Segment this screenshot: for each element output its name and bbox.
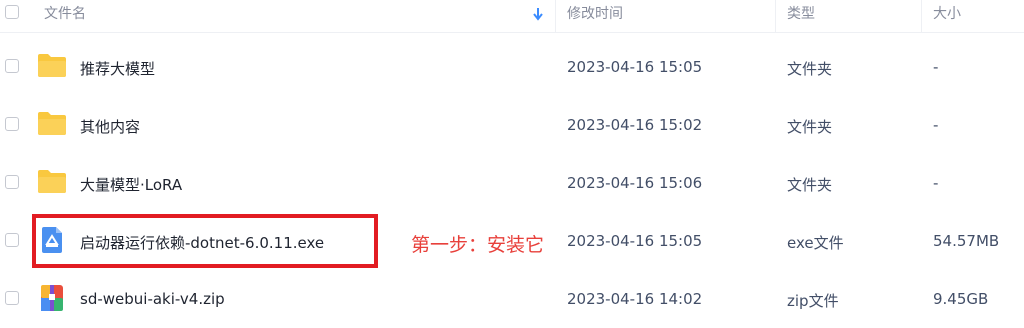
file-type: 文件夹 bbox=[787, 118, 833, 136]
file-list-header: 文件名 修改时间 类型 大小 bbox=[0, 0, 1024, 33]
file-name[interactable]: sd-webui-aki-v4.zip bbox=[80, 290, 225, 308]
file-row[interactable]: 其他内容 2023-04-16 15:02 文件夹 - bbox=[0, 96, 1024, 154]
file-size: 54.57MB bbox=[933, 232, 1000, 250]
column-divider bbox=[775, 0, 776, 32]
file-size: 9.45GB bbox=[933, 290, 989, 308]
column-header-modified[interactable]: 修改时间 bbox=[567, 0, 623, 32]
file-name[interactable]: 其他内容 bbox=[80, 116, 140, 137]
file-size: - bbox=[933, 58, 939, 76]
annotation-text: 第一步：安装它 bbox=[411, 234, 545, 256]
file-type: 文件夹 bbox=[787, 60, 833, 78]
file-modified: 2023-04-16 15:02 bbox=[567, 116, 703, 134]
file-modified: 2023-04-16 14:02 bbox=[567, 290, 703, 308]
highlight-box bbox=[32, 214, 378, 268]
file-type: 文件夹 bbox=[787, 176, 833, 194]
file-row[interactable]: sd-webui-aki-v4.zip 2023-04-16 14:02 zip… bbox=[0, 270, 1024, 328]
folder-icon bbox=[38, 54, 66, 77]
column-header-name[interactable]: 文件名 bbox=[44, 0, 86, 32]
file-type: zip文件 bbox=[787, 292, 839, 310]
file-type: exe文件 bbox=[787, 234, 844, 252]
file-name[interactable]: 大量模型·LoRA bbox=[80, 174, 182, 195]
folder-icon bbox=[38, 170, 66, 193]
sort-descending-icon[interactable] bbox=[532, 6, 544, 22]
file-modified: 2023-04-16 15:05 bbox=[567, 58, 703, 76]
folder-icon bbox=[38, 112, 66, 135]
column-header-type[interactable]: 类型 bbox=[787, 0, 815, 32]
row-checkbox[interactable] bbox=[5, 117, 19, 131]
file-size: - bbox=[933, 116, 939, 134]
column-header-size[interactable]: 大小 bbox=[933, 0, 961, 32]
file-modified: 2023-04-16 15:05 bbox=[567, 232, 703, 250]
row-checkbox[interactable] bbox=[5, 175, 19, 189]
file-row[interactable]: 大量模型·LoRA 2023-04-16 15:06 文件夹 - bbox=[0, 154, 1024, 212]
row-checkbox[interactable] bbox=[5, 59, 19, 73]
column-divider bbox=[555, 0, 556, 32]
file-name[interactable]: 推荐大模型 bbox=[80, 58, 155, 79]
file-row[interactable]: 推荐大模型 2023-04-16 15:05 文件夹 - bbox=[0, 38, 1024, 96]
row-checkbox[interactable] bbox=[5, 291, 19, 305]
select-all-checkbox[interactable] bbox=[5, 5, 19, 19]
file-size: - bbox=[933, 174, 939, 192]
zip-file-icon bbox=[41, 285, 63, 311]
column-divider bbox=[921, 0, 922, 32]
row-checkbox[interactable] bbox=[5, 233, 19, 247]
file-modified: 2023-04-16 15:06 bbox=[567, 174, 703, 192]
